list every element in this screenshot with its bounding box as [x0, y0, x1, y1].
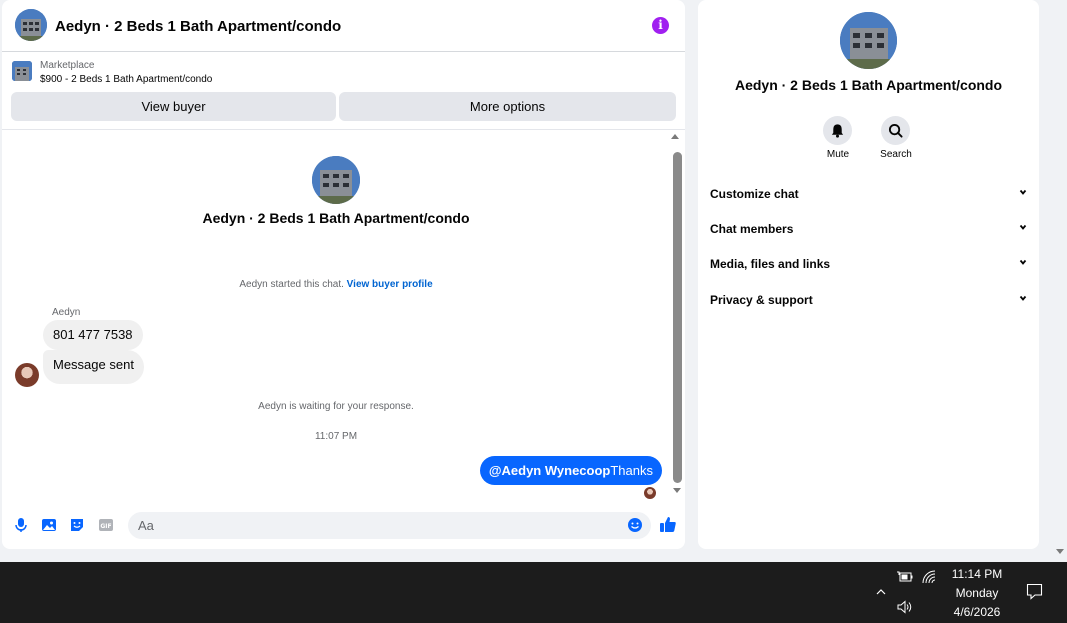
clock-time[interactable]: 11:14 PM: [940, 567, 1014, 581]
section-label: Chat members: [710, 222, 794, 236]
sticker-icon[interactable]: [69, 517, 85, 533]
gif-icon[interactable]: GIF: [98, 517, 114, 533]
search-label: Search: [880, 149, 912, 160]
outgoing-message[interactable]: @Aedyn WynecoopThanks: [479, 456, 662, 485]
intro-avatar[interactable]: [312, 156, 360, 204]
info-avatar[interactable]: [840, 12, 897, 69]
divider: [2, 129, 685, 130]
view-buyer-button[interactable]: View buyer: [11, 92, 336, 121]
info-title: Aedyn · 2 Beds 1 Bath Apartment/condo: [734, 77, 1003, 93]
window-scroll-down-arrow[interactable]: [1056, 549, 1064, 554]
intro-title: Aedyn · 2 Beds 1 Bath Apartment/condo: [202, 210, 470, 226]
incoming-message[interactable]: 801 477 7538: [43, 320, 143, 350]
volume-icon[interactable]: [897, 600, 913, 614]
message-input[interactable]: [128, 512, 651, 539]
photo-icon[interactable]: [41, 517, 57, 533]
sender-avatar[interactable]: [15, 363, 39, 387]
chevron-down-icon: [1019, 295, 1027, 301]
emoji-icon[interactable]: [627, 517, 643, 533]
notification-icon[interactable]: [1026, 583, 1043, 600]
chat-started-notice: Aedyn started this chat. View buyer prof…: [2, 279, 670, 290]
section-customize-chat[interactable]: Customize chat: [710, 184, 1028, 204]
scroll-up-arrow[interactable]: [671, 134, 679, 139]
window-scrollbar[interactable]: [1052, 0, 1067, 562]
thumbs-up-icon[interactable]: [659, 515, 677, 533]
section-media-files-links[interactable]: Media, files and links: [710, 254, 1028, 274]
chat-header: Aedyn · 2 Beds 1 Bath Apartment/condo i: [2, 0, 685, 52]
chevron-down-icon: [1019, 224, 1027, 230]
view-buyer-profile-link[interactable]: View buyer profile: [347, 279, 433, 290]
tray-chevron-up-icon[interactable]: [876, 587, 886, 597]
section-label: Customize chat: [710, 187, 799, 201]
waiting-notice: Aedyn is waiting for your response.: [258, 401, 414, 412]
outgoing-message-text: Thanks: [610, 463, 653, 478]
listing-title[interactable]: $900 - 2 Beds 1 Bath Apartment/condo: [40, 74, 212, 85]
battery-icon[interactable]: [897, 571, 913, 583]
seen-indicator-avatar: [644, 487, 656, 499]
mute-label: Mute: [826, 149, 850, 160]
section-label: Media, files and links: [710, 257, 831, 271]
clock-day[interactable]: Monday: [940, 586, 1014, 600]
message-timestamp: 11:07 PM: [314, 431, 358, 442]
more-options-button[interactable]: More options: [339, 92, 676, 121]
microphone-icon[interactable]: [13, 517, 29, 533]
clock-date[interactable]: 4/6/2026: [940, 605, 1014, 619]
listing-thumbnail[interactable]: [12, 61, 32, 81]
incoming-message[interactable]: Message sent: [43, 350, 144, 384]
wifi-icon[interactable]: [922, 570, 938, 584]
chat-panel: Aedyn · 2 Beds 1 Bath Apartment/condo i …: [2, 0, 685, 549]
message-mention[interactable]: @Aedyn Wynecoop: [489, 463, 611, 478]
section-privacy-support[interactable]: Privacy & support: [710, 290, 1028, 310]
section-chat-members[interactable]: Chat members: [710, 219, 1028, 239]
chat-info-panel: Aedyn · 2 Beds 1 Bath Apartment/condo Mu…: [698, 0, 1039, 549]
section-label: Privacy & support: [710, 293, 813, 307]
chat-avatar[interactable]: [15, 9, 47, 41]
scrollbar-thumb[interactable]: [673, 152, 682, 483]
info-icon[interactable]: i: [652, 17, 669, 34]
chevron-down-icon: [1019, 189, 1027, 195]
svg-text:GIF: GIF: [100, 523, 111, 530]
chat-title[interactable]: Aedyn · 2 Beds 1 Bath Apartment/condo: [55, 18, 341, 35]
sender-name: Aedyn: [52, 307, 81, 318]
mute-button[interactable]: [823, 116, 852, 145]
started-text: Aedyn started this chat.: [239, 279, 344, 290]
bell-icon: [831, 124, 844, 138]
marketplace-label: Marketplace: [40, 60, 95, 71]
scroll-down-arrow[interactable]: [673, 488, 681, 493]
chevron-down-icon: [1019, 259, 1027, 265]
search-button[interactable]: [881, 116, 910, 145]
search-icon: [888, 123, 903, 138]
